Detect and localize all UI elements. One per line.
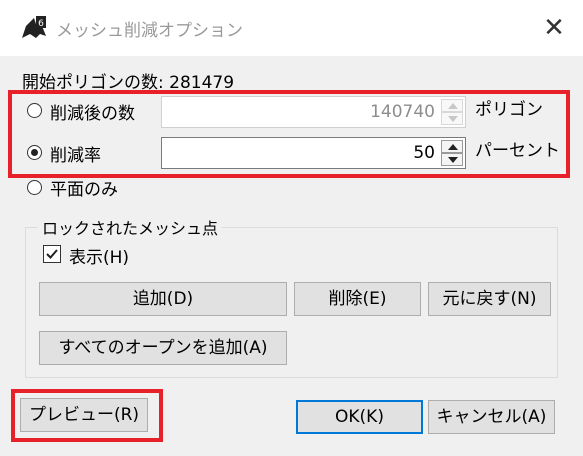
show-label: 表示(H) <box>69 248 130 268</box>
options-highlight <box>8 90 570 178</box>
locked-points-caption: ロックされたメッシュ点 <box>38 215 223 239</box>
close-button[interactable]: ✕ <box>536 10 572 46</box>
close-icon: ✕ <box>543 13 565 43</box>
add-button[interactable]: 追加(D) <box>39 282 287 316</box>
check-icon <box>46 249 58 259</box>
add-all-open-button[interactable]: すべてのオープンを追加(A) <box>39 331 287 365</box>
preview-highlight <box>11 389 163 442</box>
svg-text:6: 6 <box>38 19 44 29</box>
rhino-icon: 6 <box>20 14 48 42</box>
ok-button[interactable]: OK(K) <box>296 400 423 434</box>
show-checkbox[interactable] <box>43 245 61 263</box>
remove-button[interactable]: 削除(E) <box>294 282 421 316</box>
window-title: メッシュ削減オプション <box>56 21 243 41</box>
cancel-button[interactable]: キャンセル(A) <box>428 400 555 434</box>
radio-planar-only[interactable] <box>27 180 42 195</box>
planar-only-label: 平面のみ <box>50 180 118 200</box>
title-bar: 6 メッシュ削減オプション ✕ <box>0 0 583 56</box>
restore-button[interactable]: 元に戻す(N) <box>428 282 551 316</box>
